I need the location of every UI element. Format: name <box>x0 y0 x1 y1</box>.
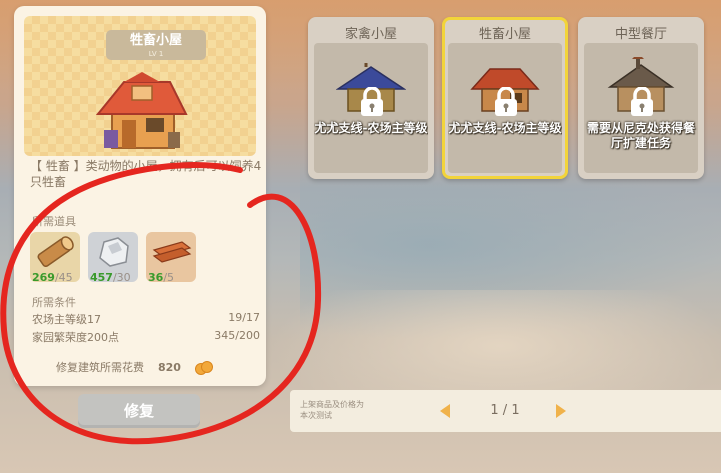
building-card-poultry[interactable]: 家禽小屋 尤尤支线-农场主等级 <box>308 17 434 179</box>
repair-button[interactable]: 修复 <box>78 394 200 428</box>
coin-icon <box>194 361 213 375</box>
building-card-name: 家禽小屋 <box>344 27 397 42</box>
prev-page-icon[interactable] <box>440 404 450 418</box>
condition-value: 19/17 <box>228 311 260 324</box>
building-title: 牲畜小屋 <box>129 33 182 48</box>
building-card-requirement: 需要从尼克处获得餐厅扩建任务 <box>586 121 695 150</box>
building-card-name: 牲畜小屋 <box>478 27 531 42</box>
materials-list: 269/45 457/30 36/5 <box>30 232 196 284</box>
lock-icon <box>631 87 653 116</box>
material-need: /30 <box>112 271 131 284</box>
building-card-restaurant[interactable]: 中型餐厅 需要从尼克处获得餐厅扩建任务 <box>578 17 704 179</box>
material-have: 457 <box>90 271 113 284</box>
test-notice: 上架商品及价格为本次测试 <box>300 400 364 420</box>
stone-icon <box>99 237 129 267</box>
building-title-plate: 牲畜小屋 LV 1 <box>106 30 206 60</box>
building-card-image: 尤尤支线-农场主等级 <box>448 43 562 173</box>
materials-label: 所需道具 <box>32 215 76 228</box>
material-need: /5 <box>163 271 175 284</box>
building-level: LV 1 <box>148 50 164 58</box>
building-card-name: 中型餐厅 <box>614 27 667 42</box>
material-plank[interactable]: 36/5 <box>146 232 196 284</box>
repair-cost-label: 修复建筑所需花费 <box>56 361 144 374</box>
condition-row: 家园繁荣度200点 345/200 <box>32 329 260 345</box>
material-need: /45 <box>54 271 73 284</box>
lock-icon <box>495 87 517 116</box>
building-preview: 牲畜小屋 LV 1 <box>24 16 256 156</box>
condition-label: 农场主等级17 <box>32 313 101 326</box>
building-card-requirement: 尤尤支线-农场主等级 <box>314 121 428 135</box>
barn-house-image <box>95 72 188 149</box>
building-card-requirement: 尤尤支线-农场主等级 <box>448 121 562 135</box>
condition-label: 家园繁荣度200点 <box>32 331 119 344</box>
repair-cost-value: 820 <box>158 360 181 374</box>
wood-log-icon <box>37 236 74 268</box>
page-indicator: 1 / 1 <box>490 403 520 418</box>
building-card-image: 需要从尼克处获得餐厅扩建任务 <box>584 43 698 173</box>
condition-value: 345/200 <box>214 329 260 342</box>
material-wood[interactable]: 269/45 <box>30 232 80 284</box>
condition-row: 农场主等级17 19/17 <box>32 311 260 327</box>
pagination-bar: 上架商品及价格为本次测试 1 / 1 <box>290 390 721 432</box>
material-stone[interactable]: 457/30 <box>88 232 138 284</box>
next-page-icon[interactable] <box>556 404 566 418</box>
building-description: 【 牲畜 】类动物的小屋，拥有后可以饲养4只牲畜 <box>30 159 262 189</box>
plank-icon <box>152 241 192 263</box>
material-have: 269 <box>32 271 55 284</box>
building-card-image: 尤尤支线-农场主等级 <box>314 43 428 173</box>
repair-cost-row: 修复建筑所需花费 820 <box>56 359 213 375</box>
conditions-label: 所需条件 <box>32 296 76 309</box>
lock-icon <box>361 87 383 116</box>
material-have: 36 <box>148 271 164 284</box>
building-card-livestock[interactable]: 牲畜小屋 尤尤支线-农场主等级 <box>442 17 568 179</box>
building-detail-panel: 牲畜小屋 LV 1 【 牲畜 】类动物的小屋，拥有后可以饲养4只牲畜 所需道具 … <box>14 6 266 386</box>
